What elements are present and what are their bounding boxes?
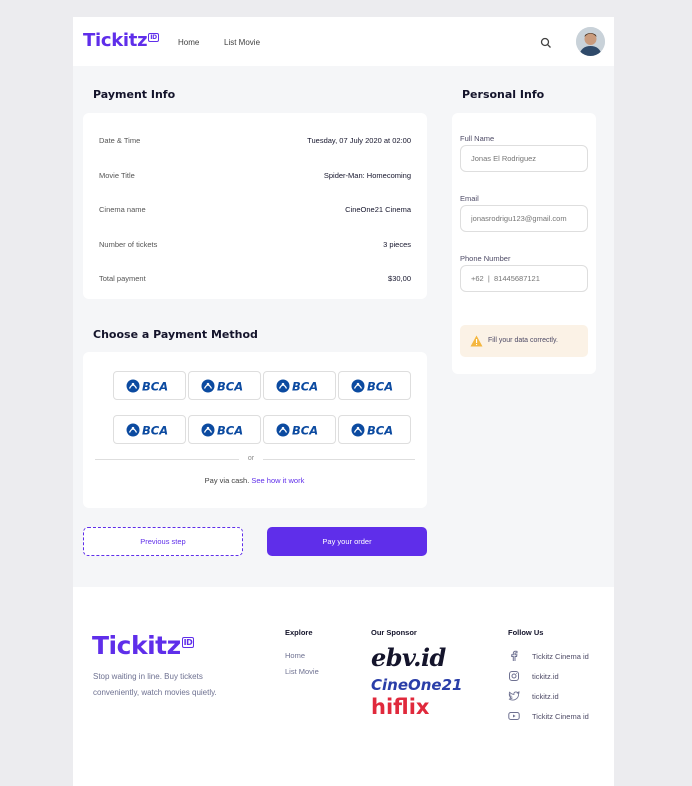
payment-option-bca[interactable]: BCA: [263, 371, 336, 400]
twitter-icon: [508, 690, 520, 701]
email-field[interactable]: [460, 205, 588, 232]
info-label: Date & Time: [99, 136, 141, 145]
social-youtube-link[interactable]: Tickitz Cinema id: [508, 710, 618, 724]
phone-field[interactable]: [460, 265, 588, 292]
avatar[interactable]: [576, 27, 605, 56]
info-label: Cinema name: [99, 205, 146, 214]
email-label: Email: [460, 194, 479, 203]
bca-text: BCA: [367, 424, 393, 438]
youtube-icon: [508, 712, 520, 720]
payment-option-bca[interactable]: BCA: [338, 415, 411, 444]
payment-option-bca[interactable]: BCA: [188, 371, 261, 400]
navbar: Tickitz ID Home List Movie: [73, 17, 614, 66]
payment-option-bca[interactable]: BCA: [263, 415, 336, 444]
nav-home-link[interactable]: Home: [178, 38, 199, 47]
brand-tag: ID: [148, 33, 159, 42]
info-value: Spider-Man: Homecoming: [323, 171, 411, 180]
see-how-it-work-link[interactable]: See how it work: [251, 476, 304, 485]
brand-logo[interactable]: Tickitz ID: [83, 30, 159, 51]
info-value: CineOne21 Cinema: [345, 205, 411, 214]
payment-option-bca[interactable]: BCA: [188, 415, 261, 444]
payment-option-bca[interactable]: BCA: [113, 415, 186, 444]
footer-list-movie-link[interactable]: List Movie: [285, 667, 319, 676]
social-twitter-link[interactable]: tickitz.id: [508, 690, 618, 704]
explore-title: Explore: [285, 628, 313, 637]
payment-info-title: Payment Info: [93, 88, 176, 101]
footer: Tickitz ID Stop waiting in line. Buy tick…: [73, 587, 614, 786]
previous-step-button[interactable]: Previous step: [83, 527, 243, 556]
payment-method-title: Choose a Payment Method: [93, 328, 258, 341]
divider-right: [263, 459, 415, 460]
phone-label: Phone Number: [460, 254, 511, 263]
footer-tagline: Stop waiting in line. Buy tickets conven…: [93, 672, 217, 697]
pay-cash-text: Pay via cash. See how it work: [83, 476, 426, 485]
social-label: Tickitz Cinema id: [532, 712, 589, 721]
personal-info-card: Full Name Email Phone Number Fill your d…: [452, 113, 596, 374]
info-value: Tuesday, 07 July 2020 at 02:00: [307, 136, 411, 145]
bca-text: BCA: [217, 380, 243, 394]
bca-text: BCA: [217, 424, 243, 438]
or-label: or: [243, 455, 259, 462]
facebook-icon: [511, 650, 518, 661]
warning-text: Fill your data correctly.: [488, 337, 558, 344]
full-name-field[interactable]: [460, 145, 588, 172]
footer-home-link[interactable]: Home: [285, 651, 305, 660]
brand-name: Tickitz: [83, 30, 148, 51]
social-label: tickitz.id: [532, 692, 559, 701]
bca-text: BCA: [367, 380, 393, 394]
payment-method-card: BCA BCA BCA BCA BCA BCA BCA BCA or Pay v…: [83, 352, 427, 508]
bca-text: BCA: [142, 380, 168, 394]
footer-brand-logo[interactable]: Tickitz ID: [92, 631, 195, 660]
info-value: $30,00: [388, 274, 411, 283]
social-label: tickitz.id: [532, 672, 559, 681]
bca-text: BCA: [292, 424, 318, 438]
instagram-icon: [509, 671, 519, 681]
payment-info-card: Date & Time Tuesday, 07 July 2020 at 02:0…: [83, 113, 427, 299]
info-label: Movie Title: [99, 171, 135, 180]
footer-brand-tag: ID: [181, 636, 195, 648]
payment-option-bca[interactable]: BCA: [338, 371, 411, 400]
payment-option-bca[interactable]: BCA: [113, 371, 186, 400]
social-label: Tickitz Cinema id: [532, 652, 589, 661]
full-name-label: Full Name: [460, 134, 495, 143]
follow-title: Follow Us: [508, 628, 544, 637]
personal-info-title: Personal Info: [462, 88, 545, 101]
divider-left: [95, 459, 239, 460]
info-value: 3 pieces: [383, 240, 411, 249]
footer-brand-name: Tickitz: [92, 631, 181, 660]
bca-text: BCA: [142, 424, 168, 438]
warning-icon: [470, 335, 483, 347]
search-icon[interactable]: [540, 36, 552, 48]
nav-list-movie-link[interactable]: List Movie: [224, 38, 260, 47]
page: Tickitz ID Home List Movie Payment Info D…: [73, 17, 614, 786]
social-instagram-link[interactable]: tickitz.id: [508, 670, 618, 684]
bca-text: BCA: [292, 380, 318, 394]
cash-label: Pay via cash.: [204, 476, 250, 485]
social-facebook-link[interactable]: Tickitz Cinema id: [508, 650, 618, 664]
warning-box: Fill your data correctly.: [460, 325, 588, 357]
sponsor-ebv-logo[interactable]: ebv.id: [371, 643, 446, 672]
pay-order-button[interactable]: Pay your order: [267, 527, 427, 556]
sponsor-title: Our Sponsor: [371, 628, 417, 637]
sponsor-hiflix-logo[interactable]: hiflix: [371, 695, 429, 719]
info-label: Total payment: [99, 274, 146, 283]
sponsor-cineone21-logo[interactable]: CineOne21: [371, 676, 462, 694]
info-label: Number of tickets: [99, 240, 158, 249]
